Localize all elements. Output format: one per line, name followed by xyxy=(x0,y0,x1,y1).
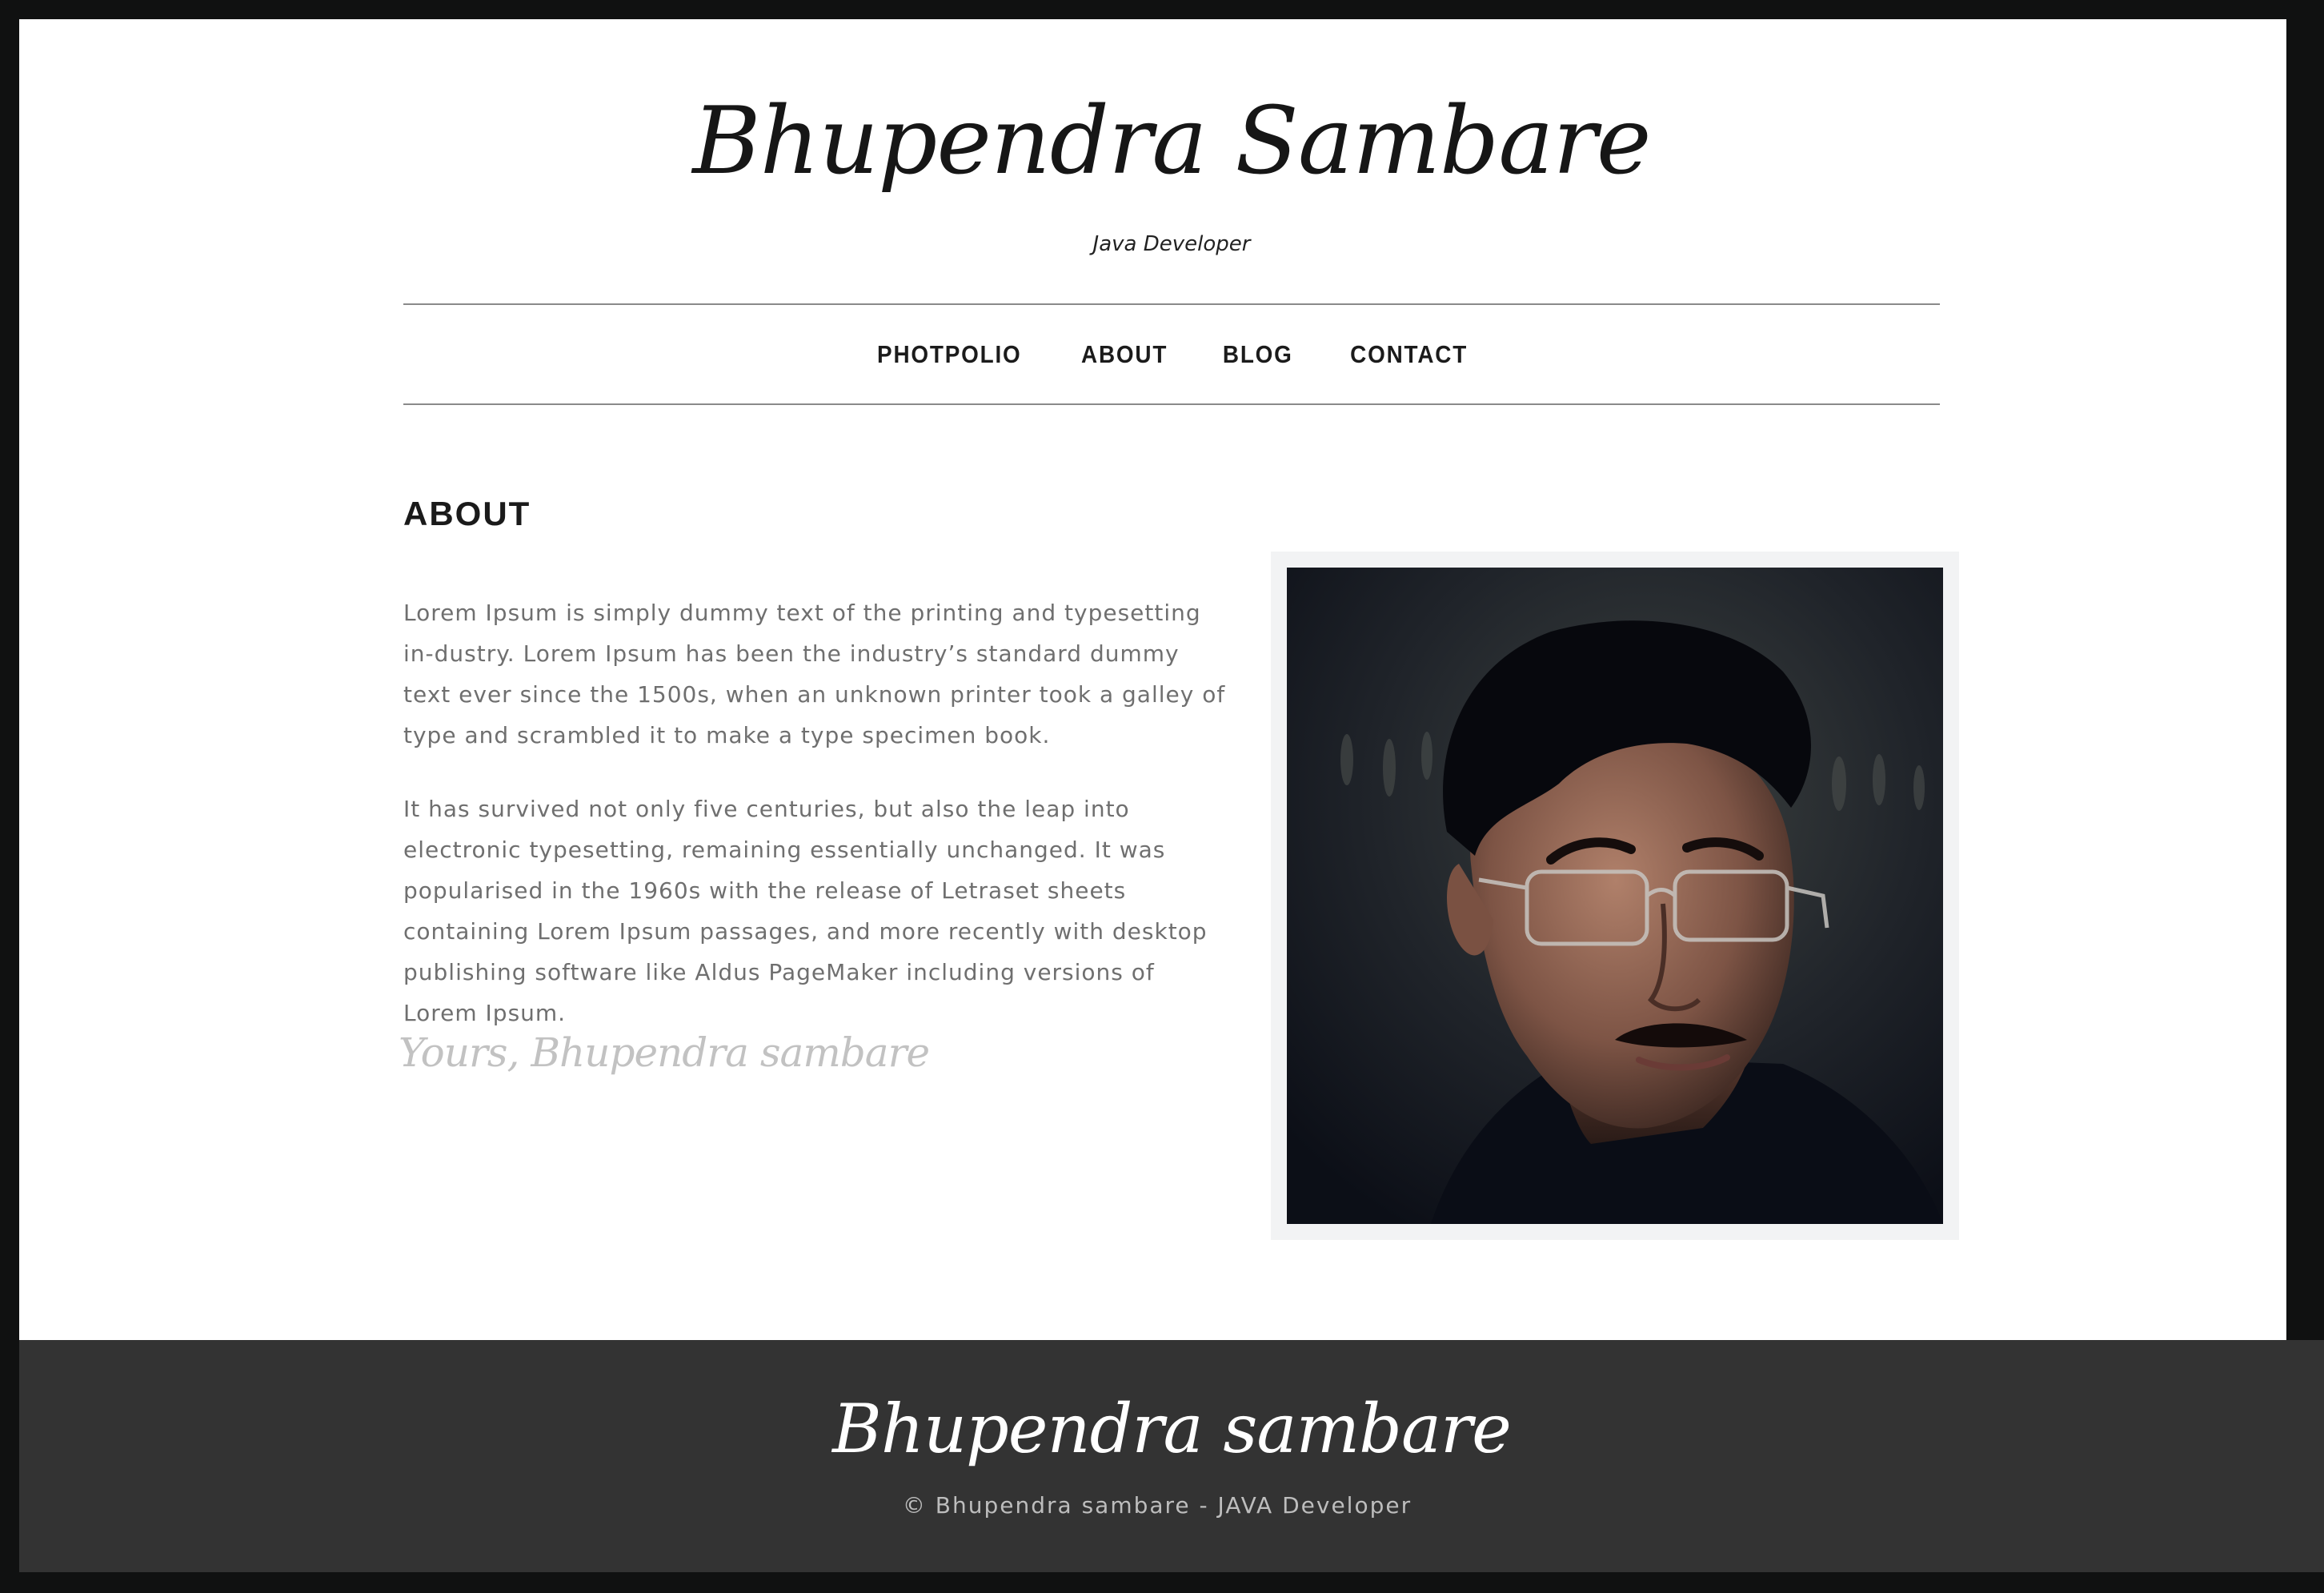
nav-item-portfolio[interactable]: PHOTPOLIO xyxy=(877,340,1022,369)
nav-item-about[interactable]: ABOUT xyxy=(1081,340,1168,369)
page-heading: ABOUT xyxy=(403,495,531,532)
site-subtitle: Java Developer xyxy=(1092,232,1251,256)
nav-item-contact[interactable]: CONTACT xyxy=(1350,340,1468,369)
main-container: Bhupendra Sambare Java Developer PHOTPOL… xyxy=(399,19,1959,1340)
about-paragraph: Lorem Ipsum is simply dummy text of the … xyxy=(403,600,1226,748)
main-nav: PHOTPOLIO ABOUT BLOG CONTACT xyxy=(403,305,1940,403)
profile-photo xyxy=(1287,568,1943,1224)
site-footer: Bhupendra sambare © Bhupendra sambare - … xyxy=(19,1340,2324,1572)
page-content: Bhupendra Sambare Java Developer PHOTPOL… xyxy=(19,19,2286,1340)
about-paragraph: It has survived not only five centuries,… xyxy=(403,796,1208,1026)
site-title[interactable]: Bhupendra Sambare xyxy=(403,95,1940,188)
signature: Yours, Bhupendra sambare xyxy=(399,1029,930,1076)
about-text: Lorem Ipsum is simply dummy text of the … xyxy=(403,592,1228,1066)
nav-divider-bottom xyxy=(403,403,1940,405)
copyright-text: © Bhupendra sambare - JAVA Developer xyxy=(902,1492,1412,1519)
footer-title: Bhupendra sambare xyxy=(832,1390,1512,1468)
nav-item-blog[interactable]: BLOG xyxy=(1223,340,1293,369)
photo-frame xyxy=(1271,552,1959,1240)
footer-copyright: © Bhupendra sambare - JAVA Developer xyxy=(19,1492,2324,1519)
